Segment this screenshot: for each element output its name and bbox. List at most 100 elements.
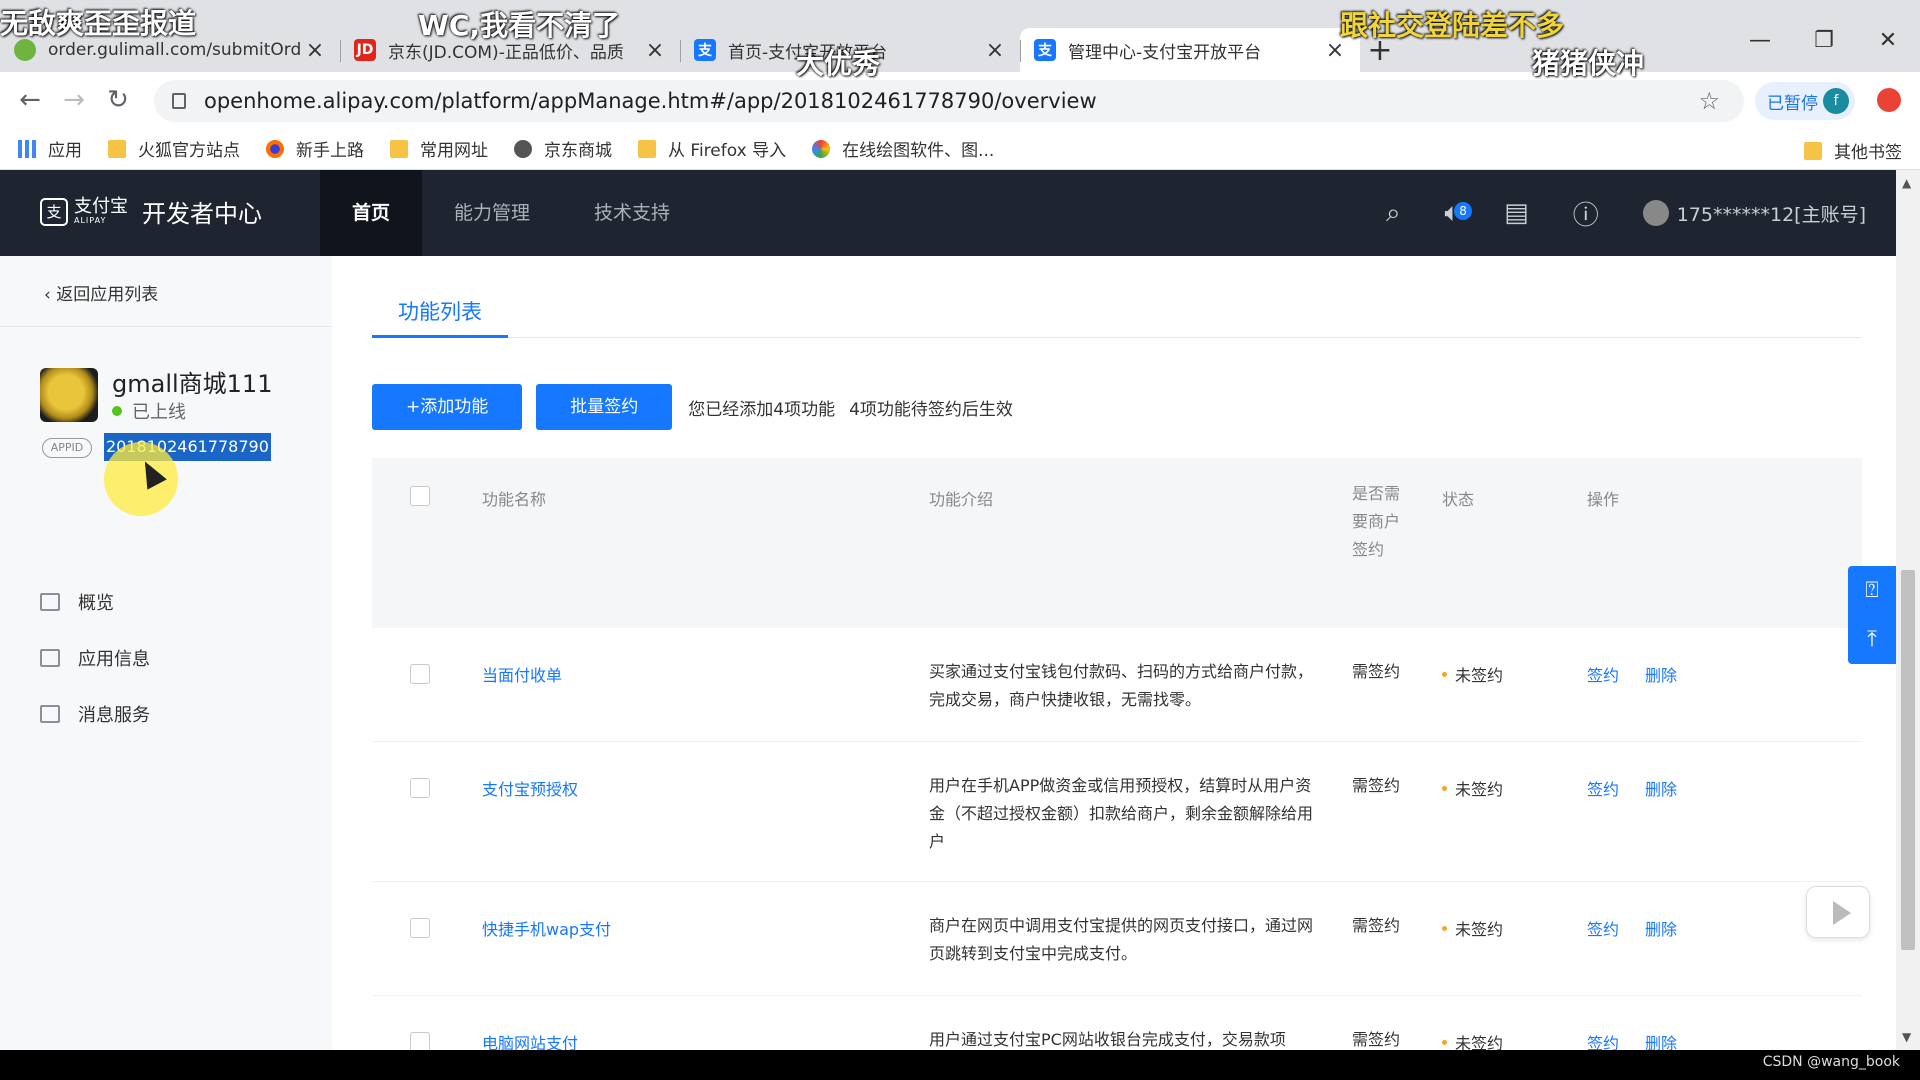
back-to-top-icon[interactable]: ⤒	[1848, 615, 1896, 664]
notification-speaker-icon[interactable]: 🔈︎ 8	[1445, 198, 1473, 229]
bookmark-label: 京东商城	[544, 141, 612, 161]
table-row: 快捷手机wap支付 商户在网页中调用支付宝提供的网页支付接口，通过网页跳转到支付…	[372, 882, 1862, 996]
bookmark-getting-started[interactable]: 新手上路	[266, 136, 364, 161]
feedback-icon[interactable]: ⍰	[1848, 566, 1896, 615]
developer-center-title: 开发者中心	[142, 200, 262, 228]
star-bookmark-icon[interactable]: ☆	[1698, 87, 1720, 115]
globe-icon	[514, 139, 532, 158]
row-checkbox[interactable]	[410, 778, 430, 798]
danmaku-comment: 无敌爽歪歪报道	[0, 7, 197, 40]
browser-tab-alipay-manage[interactable]: 支 管理中心-支付宝开放平台 ×	[1020, 28, 1360, 72]
alipay-logo-icon: 支	[40, 197, 68, 226]
back-label: 返回应用列表	[56, 285, 159, 305]
bookmark-firefox-site[interactable]: 火狐官方站点	[108, 136, 240, 161]
forward-arrow-icon[interactable]: →	[52, 85, 96, 115]
add-function-button[interactable]: +添加功能	[372, 384, 523, 430]
nav-tech-support[interactable]: 技术支持	[562, 170, 702, 256]
bookmark-label: 应用	[48, 141, 82, 161]
row-checkbox[interactable]	[410, 1032, 430, 1050]
sign-link[interactable]: 签约	[1587, 1034, 1619, 1050]
help-icon[interactable]: ⓘ	[1573, 195, 1599, 232]
back-to-app-list-link[interactable]: ‹ 返回应用列表	[44, 280, 158, 305]
sign-link[interactable]: 签约	[1587, 780, 1619, 799]
reload-icon[interactable]: ↻	[96, 85, 140, 115]
address-bar[interactable]: openhome.alipay.com/platform/appManage.h…	[154, 80, 1744, 122]
brand-text: 支付宝 ALIPAY	[74, 195, 128, 225]
delete-link[interactable]: 删除	[1645, 1034, 1677, 1050]
nav-capability-management[interactable]: 能力管理	[422, 170, 562, 256]
table-header: 功能名称 功能介绍 是否需要商户签约 状态 操作	[372, 458, 1862, 628]
sync-paused-button[interactable]: 已暂停 f	[1755, 82, 1855, 120]
page-scrollbar[interactable]: ▲ ▼	[1896, 170, 1920, 1050]
need-sign-value: 需签约	[1352, 916, 1401, 935]
bookmark-label: 常用网址	[420, 141, 488, 161]
alipay-page: 支 支付宝 ALIPAY 开发者中心 首页 能力管理 技术支持 ⌕ 🔈︎ 8 ▤ …	[0, 170, 1920, 1050]
close-window-icon[interactable]: ✕	[1856, 28, 1920, 64]
document-list-icon[interactable]: ▤	[1504, 198, 1529, 228]
close-tab-icon[interactable]: ×	[304, 38, 326, 63]
scroll-down-icon[interactable]: ▼	[1902, 1030, 1911, 1044]
danmaku-comment: 猪猪侠冲	[1532, 47, 1645, 80]
minimize-icon[interactable]: —	[1728, 28, 1792, 64]
overview-icon	[40, 593, 60, 611]
scroll-up-icon[interactable]: ▲	[1902, 176, 1911, 190]
firefox-icon	[266, 139, 284, 158]
folder-icon	[390, 139, 408, 158]
bookmark-jd-mall[interactable]: 京东商城	[514, 136, 612, 161]
need-sign-value: 需签约	[1352, 662, 1401, 681]
other-bookmarks[interactable]: 其他书签	[1804, 138, 1902, 163]
close-tab-icon[interactable]: ×	[644, 38, 666, 63]
video-play-icon[interactable]	[1806, 886, 1870, 938]
message-service-icon	[40, 705, 60, 723]
row-checkbox[interactable]	[410, 918, 430, 938]
delete-link[interactable]: 删除	[1645, 666, 1677, 685]
restore-icon[interactable]: ❐	[1792, 28, 1856, 64]
state-value: 未签约	[1442, 1030, 1503, 1050]
select-all-checkbox[interactable]	[410, 486, 430, 506]
back-arrow-icon[interactable]: ←	[8, 85, 52, 115]
floating-tools: ⍰ ⤒	[1848, 566, 1896, 664]
sign-link[interactable]: 签约	[1587, 666, 1619, 685]
function-name-link[interactable]: 电脑网站支付	[482, 1030, 578, 1050]
danmaku-comment: 跟社交登陆差不多	[1340, 9, 1565, 42]
header-actions: ⌕ 🔈︎ 8 ▤ ⓘ 175******12[主账号]	[1342, 170, 1866, 256]
sidebar-menu: 概览 应用信息 消息服务	[40, 574, 150, 742]
bookmark-common-sites[interactable]: 常用网址	[390, 136, 488, 161]
function-name-link[interactable]: 支付宝预授权	[482, 776, 578, 800]
state-value: 未签约	[1442, 916, 1503, 940]
scrollbar-thumb[interactable]	[1901, 570, 1915, 950]
row-checkbox[interactable]	[410, 664, 430, 684]
close-tab-icon[interactable]: ×	[984, 38, 1006, 63]
function-name-link[interactable]: 快捷手机wap支付	[482, 916, 611, 940]
extension-icon[interactable]	[1877, 88, 1901, 112]
need-sign-value: 需签约	[1352, 1030, 1401, 1049]
account-menu[interactable]: 175******12[主账号]	[1642, 200, 1866, 227]
sidebar-item-message-service[interactable]: 消息服务	[40, 686, 150, 742]
nav-home[interactable]: 首页	[320, 170, 423, 256]
sign-link[interactable]: 签约	[1587, 920, 1619, 939]
bookmark-label: 火狐官方站点	[138, 141, 240, 161]
search-icon[interactable]: ⌕	[1386, 198, 1401, 229]
sidebar-divider	[0, 326, 332, 327]
need-sign-value: 需签约	[1352, 776, 1401, 795]
video-bottom-bar	[0, 1050, 1920, 1080]
batch-sign-button[interactable]: 批量签约	[536, 384, 673, 430]
csdn-watermark: CSDN @wang_book	[1762, 1054, 1900, 1070]
lock-icon	[172, 93, 186, 109]
alipay-logo[interactable]: 支 支付宝 ALIPAY 开发者中心	[40, 194, 262, 229]
action-bar: +添加功能 批量签约 您已经添加4项功能 4项功能待签约后生效	[372, 384, 1013, 430]
row-actions: 签约 删除	[1587, 776, 1677, 800]
delete-link[interactable]: 删除	[1645, 780, 1677, 799]
bookmark-firefox-import[interactable]: 从 Firefox 导入	[638, 136, 786, 161]
table-row: 当面付收单 买家通过支付宝钱包付款码、扫码的方式给商户付款，完成交易，商户快捷收…	[372, 628, 1862, 742]
draw-icon	[812, 139, 831, 158]
bookmark-draw-tool[interactable]: 在线绘图软件、图...	[812, 136, 994, 161]
sidebar-item-overview[interactable]: 概览	[40, 574, 150, 630]
delete-link[interactable]: 删除	[1645, 920, 1677, 939]
function-name-link[interactable]: 当面付收单	[482, 662, 562, 686]
bookmark-apps[interactable]: 应用	[18, 136, 82, 161]
jd-favicon-icon: JD	[354, 39, 376, 61]
other-bookmarks-label: 其他书签	[1834, 143, 1902, 163]
sidebar-item-app-info[interactable]: 应用信息	[40, 630, 150, 686]
tab-function-list[interactable]: 功能列表	[372, 296, 508, 338]
